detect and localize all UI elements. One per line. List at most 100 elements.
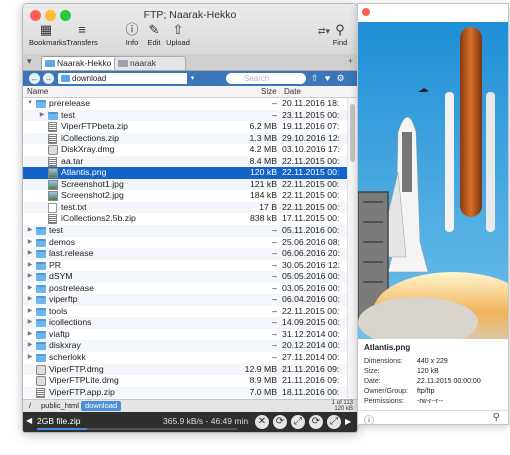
archive-file-icon: [48, 214, 57, 225]
info-icon[interactable]: ⓘ: [364, 412, 374, 424]
forward-button[interactable]: →: [43, 73, 54, 84]
breadcrumb-download[interactable]: download: [81, 401, 122, 411]
breadcrumb-root[interactable]: /: [25, 401, 35, 411]
file-row[interactable]: ▶ icollections –14.09.2015 00:: [23, 317, 347, 329]
file-row[interactable]: ▶ viperftp –06.04.2016 00:: [23, 294, 347, 306]
column-header: Name Size Date: [23, 86, 357, 98]
file-row[interactable]: ▼ prerelease –20.11.2016 18:: [23, 98, 347, 110]
edit-icon: ✎: [148, 22, 160, 37]
file-name: Atlantis.png: [61, 167, 107, 178]
upload-arrow-icon[interactable]: ⇧: [309, 73, 320, 84]
disclosure-expanded-icon[interactable]: ▼: [26, 98, 34, 110]
folder-icon: [36, 273, 46, 282]
file-size: –: [272, 305, 277, 316]
file-row[interactable]: ViperFTPLite.dmg 8.9 MB 21.11.2016 09:: [23, 375, 347, 387]
file-row[interactable]: ▶ postrelease –03.05.2016 00:: [23, 283, 347, 295]
file-row[interactable]: ViperFTP.dmg 12.9 MB 21.11.2016 09:: [23, 363, 347, 376]
file-name: viaftp: [49, 328, 70, 339]
file-row[interactable]: ▶ test –23.11.2015 00:: [23, 109, 347, 122]
disclosure-collapsed-icon[interactable]: ▶: [26, 225, 34, 237]
file-name: test: [61, 109, 76, 120]
fullscreen-button[interactable]: ⤢: [327, 415, 341, 429]
disclosure-collapsed-icon[interactable]: ▶: [26, 317, 34, 329]
file-row[interactable]: iCollections.zip 1.3 MB 29.10.2016 12:: [23, 132, 347, 145]
disclosure-collapsed-icon[interactable]: ▶: [26, 271, 34, 283]
file-row[interactable]: test.txt 17 B 22.11.2015 00:: [23, 201, 347, 214]
favorite-heart-icon[interactable]: ♥: [322, 73, 333, 84]
transfer-progress: [37, 428, 237, 430]
collapse-icon[interactable]: ◀: [26, 416, 32, 425]
tab-label: Naarak-Hekko: [57, 58, 112, 68]
file-row[interactable]: ▶ test –05.11.2016 00:: [23, 225, 347, 237]
disclosure-collapsed-icon[interactable]: ▶: [26, 237, 34, 249]
file-row[interactable]: ▶ tools –22.11.2015 00:: [23, 306, 347, 318]
search-input[interactable]: [226, 73, 306, 84]
more-arrow-icon[interactable]: ▶: [345, 417, 351, 426]
file-date: 30.05.2016 12:: [282, 259, 340, 270]
retry-transfer-button[interactable]: ⟳: [273, 415, 287, 429]
expand-transfer-button[interactable]: ⤢: [291, 415, 305, 429]
edit-button[interactable]: ✎ Edit: [144, 21, 164, 47]
search-icon[interactable]: ⚲: [493, 412, 500, 423]
file-row[interactable]: Screenshot2.jpg 184 kB 22.11.2015 00:: [23, 190, 347, 202]
scrollbar-thumb[interactable]: [350, 104, 355, 162]
bookmarks-button[interactable]: ▦ Bookmarks: [29, 21, 67, 47]
disclosure-collapsed-icon[interactable]: ▶: [26, 294, 34, 306]
title-bar: FTP; Naarak-Hekko ▦ Bookmarks ≡ Transfer…: [23, 4, 357, 55]
refresh-button[interactable]: ⟳: [309, 415, 323, 429]
path-dropdown[interactable]: download ▾: [58, 73, 198, 84]
disclosure-collapsed-icon[interactable]: ▶: [26, 352, 34, 364]
file-row[interactable]: ▶ PR –30.05.2016 12:: [23, 260, 347, 272]
transfer-progress-fill: [37, 428, 87, 430]
file-row[interactable]: ▶ scherlokk –27.11.2014 00:: [23, 352, 347, 364]
file-row[interactable]: DiskXray.dmg 4.2 MB 03.10.2016 17:: [23, 144, 347, 156]
file-row[interactable]: aa.tar 8.4 MB 22.11.2015 00:: [23, 155, 347, 168]
file-row[interactable]: ViperFTP.app.zip 7.0 MB 18.11.2016 00:: [23, 386, 347, 399]
file-row[interactable]: ▶ last.release –06.06.2016 20:: [23, 248, 347, 260]
file-date: 14.09.2015 00:: [282, 317, 340, 328]
file-size: –: [272, 328, 277, 339]
info-button[interactable]: ⓘ Info: [121, 21, 143, 47]
date-column-header[interactable]: Date: [284, 86, 301, 97]
breadcrumb-public-html[interactable]: public_html: [37, 401, 83, 411]
name-column-header[interactable]: Name: [27, 86, 48, 97]
info-field-label: Permissions:: [364, 398, 405, 405]
transfers-button[interactable]: ≡ Transfers: [65, 21, 99, 47]
disclosure-collapsed-icon[interactable]: ▶: [26, 248, 34, 260]
file-row[interactable]: iCollections2.5b.zip 838 kB 17.11.2015 00:: [23, 213, 347, 225]
file-row[interactable]: ▶ viaftp –31.12.2014 00:: [23, 329, 347, 341]
file-row[interactable]: ▶ demos –25.06.2016 08:: [23, 237, 347, 249]
close-panel-button[interactable]: [362, 8, 370, 16]
folder-icon: [61, 75, 70, 82]
back-button[interactable]: ←: [29, 73, 40, 84]
file-row[interactable]: Screenshot1.jpg 121 kB 22.11.2015 00:: [23, 178, 347, 191]
upload-button[interactable]: ⇧ Upload: [164, 21, 192, 47]
file-row[interactable]: Atlantis.png 120 kB 22.11.2015 00:: [23, 167, 347, 179]
disclosure-collapsed-icon[interactable]: ▶: [26, 260, 34, 272]
file-size: 8.4 MB: [249, 155, 277, 166]
find-label: Find: [332, 38, 348, 47]
file-date: 20.11.2016 18:: [282, 98, 340, 108]
file-row[interactable]: ViperFTPbeta.zip 6.2 MB 19.11.2016 07:: [23, 121, 347, 133]
file-size: 12.9 MB: [244, 363, 277, 374]
disclosure-collapsed-icon[interactable]: ▶: [38, 110, 46, 122]
disclosure-collapsed-icon[interactable]: ▶: [26, 329, 34, 341]
tab-naarak[interactable]: naarak: [114, 56, 186, 70]
disclosure-collapsed-icon[interactable]: ▶: [26, 340, 34, 352]
disclosure-collapsed-icon[interactable]: ▶: [26, 306, 34, 318]
file-size: –: [272, 98, 277, 108]
file-name: dSYM: [49, 271, 73, 282]
info-field: Size: 120 kB: [364, 367, 439, 376]
file-name: ViperFTPbeta.zip: [61, 121, 128, 132]
add-tab-icon[interactable]: ▾: [27, 56, 32, 67]
settings-gear-icon[interactable]: ⚙: [335, 73, 346, 84]
file-row[interactable]: ▶ dSYM –05.05.2016 00:: [23, 271, 347, 283]
connection-arrows-icon[interactable]: ⇄▾: [318, 26, 330, 37]
size-column-header[interactable]: Size: [261, 86, 277, 97]
find-button[interactable]: ⚲ Find: [329, 21, 351, 47]
new-tab-button[interactable]: +: [348, 56, 353, 66]
cancel-transfer-button[interactable]: ✕: [255, 415, 269, 429]
file-row[interactable]: ▶ diskxray –20.12.2014 00:: [23, 340, 347, 353]
file-size: 121 kB: [249, 178, 277, 189]
disclosure-collapsed-icon[interactable]: ▶: [26, 283, 34, 295]
